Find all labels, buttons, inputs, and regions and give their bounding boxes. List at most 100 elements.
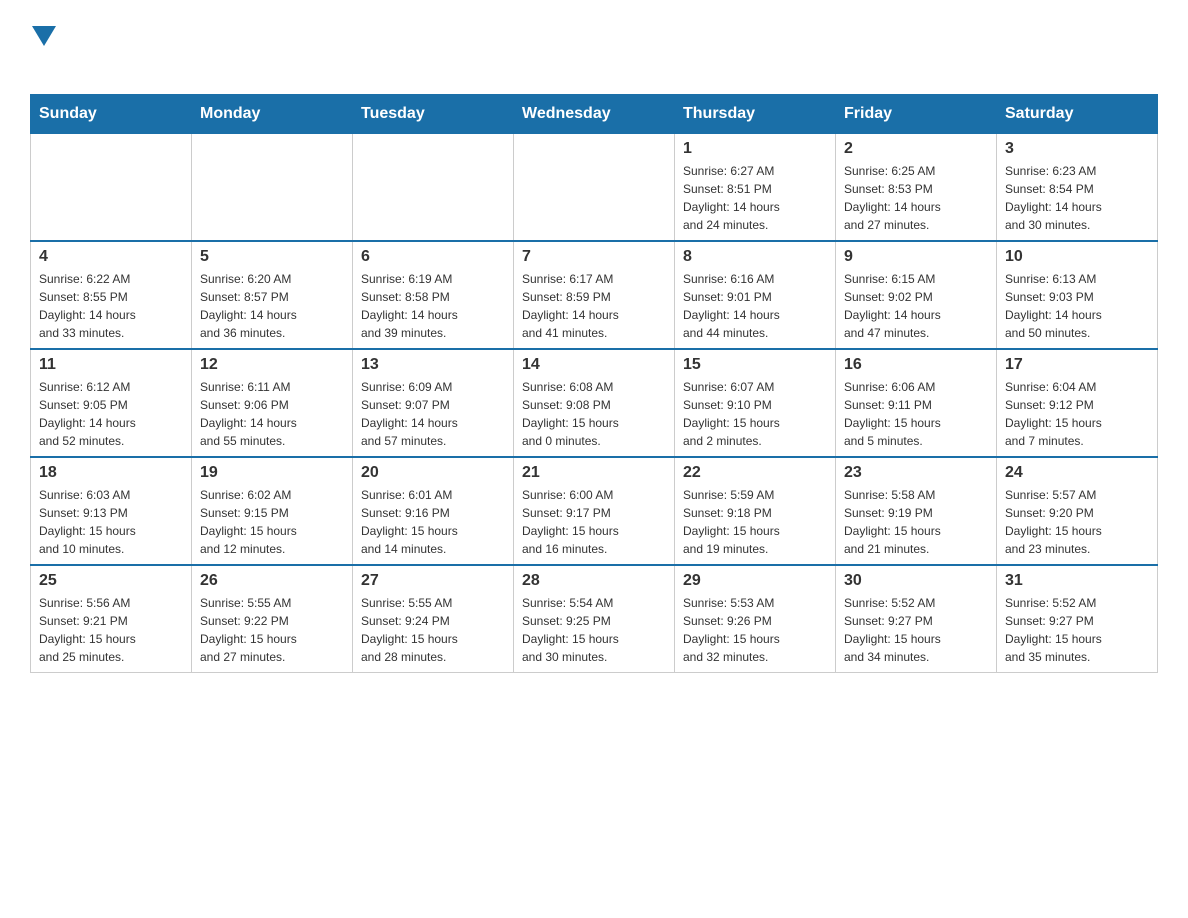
day-number: 1 — [683, 140, 827, 158]
page-header: Gene — [30, 20, 1158, 74]
day-number: 14 — [522, 356, 666, 374]
calendar-cell: 5Sunrise: 6:20 AMSunset: 8:57 PMDaylight… — [192, 241, 353, 349]
day-number: 22 — [683, 464, 827, 482]
day-info: Sunrise: 6:19 AMSunset: 8:58 PMDaylight:… — [361, 270, 505, 342]
day-info: Sunrise: 6:04 AMSunset: 9:12 PMDaylight:… — [1005, 378, 1149, 450]
calendar-table: SundayMondayTuesdayWednesdayThursdayFrid… — [30, 94, 1158, 673]
day-info: Sunrise: 5:55 AMSunset: 9:24 PMDaylight:… — [361, 594, 505, 666]
calendar-cell: 9 Sunrise: 6:15 AMSunset: 9:02 PMDaylight… — [836, 241, 997, 349]
calendar-cell: 4 Sunrise: 6:22 AMSunset: 8:55 PMDaylight… — [31, 241, 192, 349]
calendar-cell: 27 Sunrise: 5:55 AMSunset: 9:24 PMDayligh… — [353, 565, 514, 673]
day-info: Sunrise: 5:54 AMSunset: 9:25 PMDaylight:… — [522, 594, 666, 666]
day-number: 15 — [683, 356, 827, 374]
day-number: 18 — [39, 464, 183, 482]
day-number: 28 — [522, 572, 666, 590]
calendar-cell: 21 Sunrise: 6:00 AMSunset: 9:17 PMDayligh… — [514, 457, 675, 565]
calendar-cell: 29 Sunrise: 5:53 AMSunset: 9:26 PMDayligh… — [675, 565, 836, 673]
day-number: 19 — [200, 464, 344, 482]
calendar-cell: 10Sunrise: 6:13 AMSunset: 9:03 PMDayligh… — [997, 241, 1158, 349]
day-number: 11 — [39, 356, 183, 374]
day-number: 5 — [200, 248, 344, 266]
day-number: 21 — [522, 464, 666, 482]
day-info: Sunrise: 5:52 AMSunset: 9:27 PMDaylight:… — [844, 594, 988, 666]
day-info: Sunrise: 6:06 AMSunset: 9:11 PMDaylight:… — [844, 378, 988, 450]
week-row-4: 18Sunrise: 6:03 AMSunset: 9:13 PMDayligh… — [31, 457, 1158, 565]
calendar-cell: 26 Sunrise: 5:55 AMSunset: 9:22 PMDayligh… — [192, 565, 353, 673]
day-header-monday: Monday — [192, 95, 353, 134]
calendar-cell: 20 Sunrise: 6:01 AMSunset: 9:16 PMDayligh… — [353, 457, 514, 565]
day-number: 2 — [844, 140, 988, 158]
calendar-cell: 2 Sunrise: 6:25 AMSunset: 8:53 PMDaylight… — [836, 134, 997, 242]
day-number: 3 — [1005, 140, 1149, 158]
day-info: Sunrise: 6:02 AMSunset: 9:15 PMDaylight:… — [200, 486, 344, 558]
day-number: 9 — [844, 248, 988, 266]
day-number: 13 — [361, 356, 505, 374]
day-number: 29 — [683, 572, 827, 590]
day-number: 6 — [361, 248, 505, 266]
day-number: 26 — [200, 572, 344, 590]
day-info: Sunrise: 6:27 AMSunset: 8:51 PMDaylight:… — [683, 162, 827, 234]
day-header-wednesday: Wednesday — [514, 95, 675, 134]
calendar-cell: 15 Sunrise: 6:07 AMSunset: 9:10 PMDayligh… — [675, 349, 836, 457]
day-info: Sunrise: 6:25 AMSunset: 8:53 PMDaylight:… — [844, 162, 988, 234]
calendar-cell — [353, 134, 514, 242]
week-row-1: 1 Sunrise: 6:27 AMSunset: 8:51 PMDaylight… — [31, 134, 1158, 242]
calendar-cell: 6 Sunrise: 6:19 AMSunset: 8:58 PMDaylight… — [353, 241, 514, 349]
day-info: Sunrise: 6:07 AMSunset: 9:10 PMDaylight:… — [683, 378, 827, 450]
calendar-cell: 14 Sunrise: 6:08 AMSunset: 9:08 PMDayligh… — [514, 349, 675, 457]
day-info: Sunrise: 6:23 AMSunset: 8:54 PMDaylight:… — [1005, 162, 1149, 234]
calendar-cell: 22Sunrise: 5:59 AMSunset: 9:18 PMDayligh… — [675, 457, 836, 565]
day-number: 4 — [39, 248, 183, 266]
week-row-3: 11 Sunrise: 6:12 AMSunset: 9:05 PMDayligh… — [31, 349, 1158, 457]
day-number: 7 — [522, 248, 666, 266]
calendar-cell: 17 Sunrise: 6:04 AMSunset: 9:12 PMDayligh… — [997, 349, 1158, 457]
calendar-cell: 18Sunrise: 6:03 AMSunset: 9:13 PMDayligh… — [31, 457, 192, 565]
day-info: Sunrise: 5:53 AMSunset: 9:26 PMDaylight:… — [683, 594, 827, 666]
calendar-cell: 30 Sunrise: 5:52 AMSunset: 9:27 PMDayligh… — [836, 565, 997, 673]
calendar-cell: 11 Sunrise: 6:12 AMSunset: 9:05 PMDayligh… — [31, 349, 192, 457]
day-number: 27 — [361, 572, 505, 590]
day-number: 25 — [39, 572, 183, 590]
calendar-cell: 28 Sunrise: 5:54 AMSunset: 9:25 PMDayligh… — [514, 565, 675, 673]
calendar-cell — [31, 134, 192, 242]
day-number: 24 — [1005, 464, 1149, 482]
calendar-cell: 24 Sunrise: 5:57 AMSunset: 9:20 PMDayligh… — [997, 457, 1158, 565]
calendar-cell: 3 Sunrise: 6:23 AMSunset: 8:54 PMDaylight… — [997, 134, 1158, 242]
calendar-cell: 7 Sunrise: 6:17 AMSunset: 8:59 PMDaylight… — [514, 241, 675, 349]
logo: Gene — [30, 20, 104, 74]
day-info: Sunrise: 5:56 AMSunset: 9:21 PMDaylight:… — [39, 594, 183, 666]
day-number: 30 — [844, 572, 988, 590]
day-number: 20 — [361, 464, 505, 482]
day-info: Sunrise: 6:12 AMSunset: 9:05 PMDaylight:… — [39, 378, 183, 450]
day-number: 16 — [844, 356, 988, 374]
day-number: 17 — [1005, 356, 1149, 374]
day-number: 12 — [200, 356, 344, 374]
day-info: Sunrise: 6:16 AMSunset: 9:01 PMDaylight:… — [683, 270, 827, 342]
day-info: Sunrise: 6:17 AMSunset: 8:59 PMDaylight:… — [522, 270, 666, 342]
calendar-cell: 31 Sunrise: 5:52 AMSunset: 9:27 PMDayligh… — [997, 565, 1158, 673]
day-info: Sunrise: 6:15 AMSunset: 9:02 PMDaylight:… — [844, 270, 988, 342]
day-header-saturday: Saturday — [997, 95, 1158, 134]
day-info: Sunrise: 5:55 AMSunset: 9:22 PMDaylight:… — [200, 594, 344, 666]
day-info: Sunrise: 6:13 AMSunset: 9:03 PMDaylight:… — [1005, 270, 1149, 342]
calendar-header-row: SundayMondayTuesdayWednesdayThursdayFrid… — [31, 95, 1158, 134]
calendar-cell — [192, 134, 353, 242]
day-info: Sunrise: 6:00 AMSunset: 9:17 PMDaylight:… — [522, 486, 666, 558]
day-info: Sunrise: 5:57 AMSunset: 9:20 PMDaylight:… — [1005, 486, 1149, 558]
day-number: 23 — [844, 464, 988, 482]
day-header-thursday: Thursday — [675, 95, 836, 134]
day-number: 31 — [1005, 572, 1149, 590]
day-info: Sunrise: 6:09 AMSunset: 9:07 PMDaylight:… — [361, 378, 505, 450]
calendar-cell: 1 Sunrise: 6:27 AMSunset: 8:51 PMDaylight… — [675, 134, 836, 242]
calendar-cell: 23 Sunrise: 5:58 AMSunset: 9:19 PMDayligh… — [836, 457, 997, 565]
day-info: Sunrise: 5:52 AMSunset: 9:27 PMDaylight:… — [1005, 594, 1149, 666]
day-info: Sunrise: 6:22 AMSunset: 8:55 PMDaylight:… — [39, 270, 183, 342]
day-info: Sunrise: 5:58 AMSunset: 9:19 PMDaylight:… — [844, 486, 988, 558]
day-header-sunday: Sunday — [31, 95, 192, 134]
calendar-cell: 16 Sunrise: 6:06 AMSunset: 9:11 PMDayligh… — [836, 349, 997, 457]
calendar-cell — [514, 134, 675, 242]
day-info: Sunrise: 6:01 AMSunset: 9:16 PMDaylight:… — [361, 486, 505, 558]
day-header-tuesday: Tuesday — [353, 95, 514, 134]
day-info: Sunrise: 6:08 AMSunset: 9:08 PMDaylight:… — [522, 378, 666, 450]
calendar-cell: 13 Sunrise: 6:09 AMSunset: 9:07 PMDayligh… — [353, 349, 514, 457]
